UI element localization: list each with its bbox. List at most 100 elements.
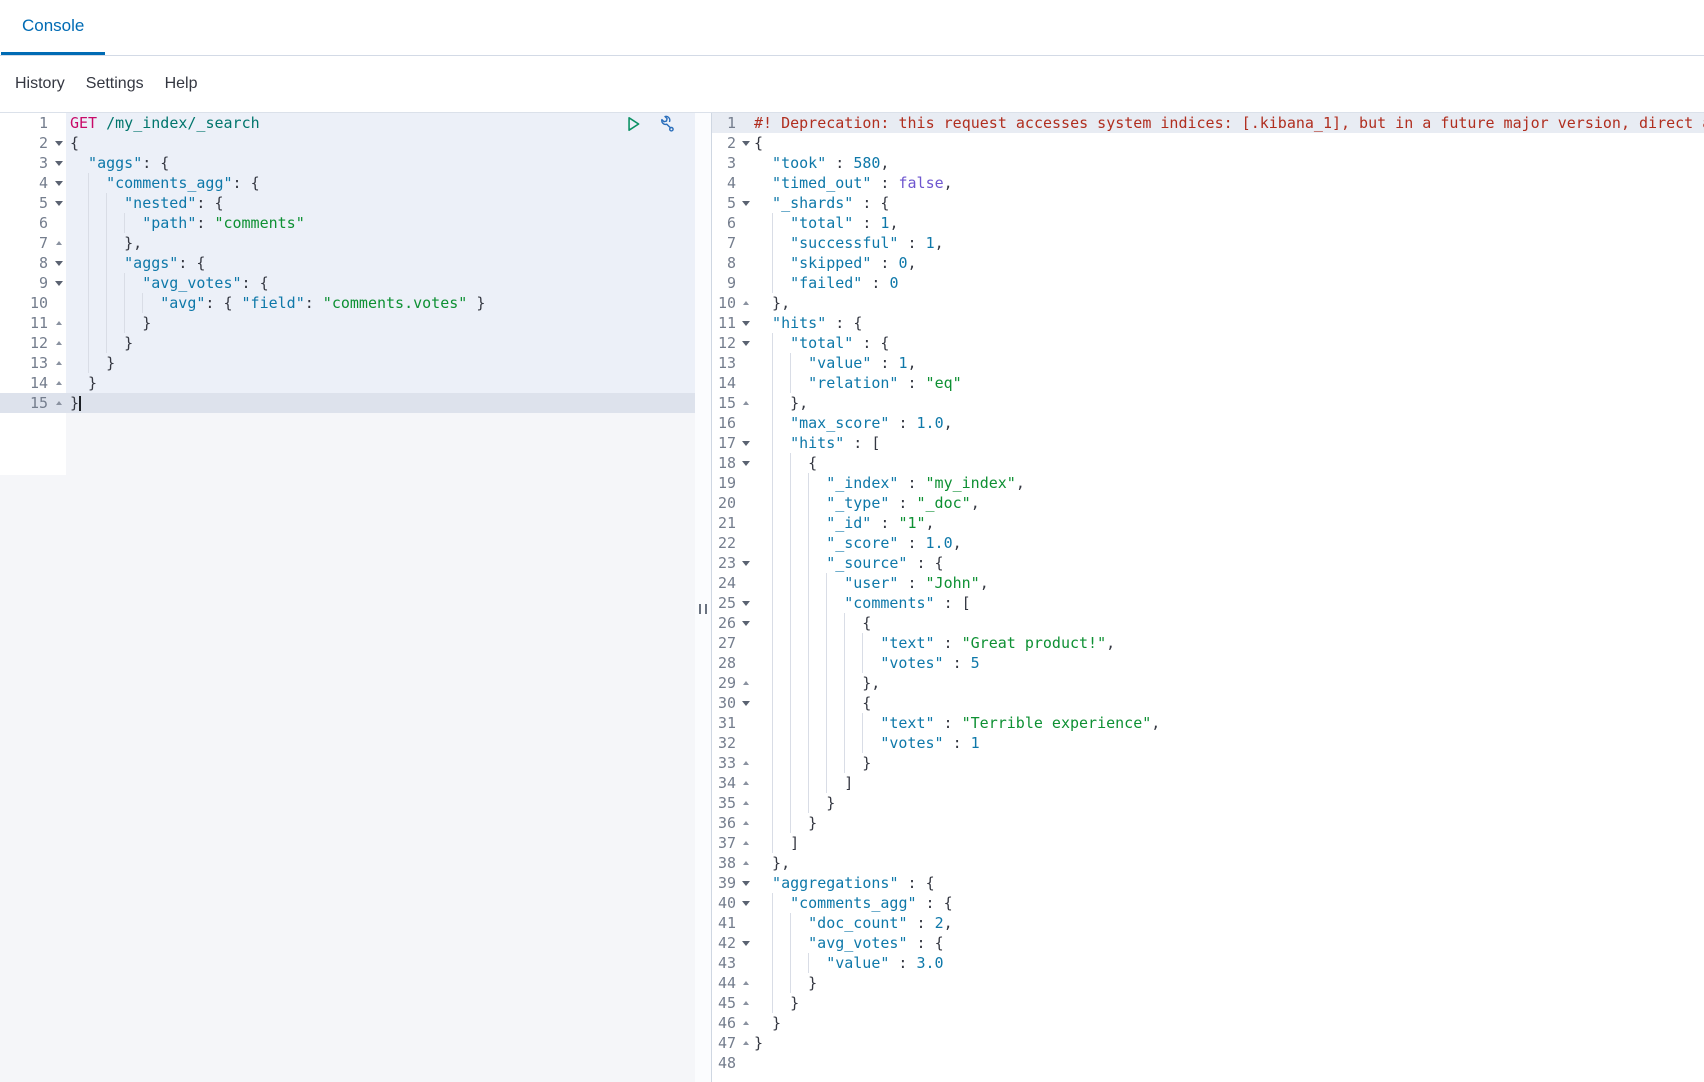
code-content[interactable]: } xyxy=(66,393,695,413)
menu-settings[interactable]: Settings xyxy=(86,75,144,93)
code-line[interactable]: 9 "avg_votes": { xyxy=(0,273,695,293)
token-key: "path" xyxy=(142,214,197,232)
request-code[interactable]: 1 GET /my_index/_search 2{3 "aggs": {4 "comm… xyxy=(0,113,695,475)
code-content[interactable]: "nested": { xyxy=(66,193,695,213)
fold-open-icon[interactable] xyxy=(52,181,66,186)
token-punct: , xyxy=(880,154,890,172)
code-content[interactable]: } xyxy=(66,353,695,373)
fold-close-icon[interactable] xyxy=(740,761,752,765)
fold-open-icon[interactable] xyxy=(52,201,66,206)
fold-close-icon[interactable] xyxy=(52,321,66,325)
line-number: 5 xyxy=(38,194,48,212)
fold-close-icon[interactable] xyxy=(52,401,66,405)
fold-close-icon[interactable] xyxy=(740,801,752,805)
panel-splitter[interactable] xyxy=(695,113,712,1082)
code-content[interactable]: "avg_votes": { xyxy=(66,273,695,293)
menu-history[interactable]: History xyxy=(15,75,65,93)
indent-guide xyxy=(790,533,808,553)
token-punct: : xyxy=(934,634,962,652)
fold-close-icon[interactable] xyxy=(52,341,66,345)
code-line[interactable]: 6 "path": "comments" xyxy=(0,213,695,233)
code-line[interactable]: 10 "avg": { "field": "comments.votes" } xyxy=(0,293,695,313)
line-gutter: 15 xyxy=(0,393,66,413)
line-number: 24 xyxy=(717,574,736,592)
tab-console[interactable]: Console xyxy=(1,0,106,55)
code-line[interactable]: 12} xyxy=(0,333,695,353)
fold-close-icon[interactable] xyxy=(740,821,752,825)
fold-close-icon[interactable] xyxy=(740,1041,752,1045)
fold-open-icon[interactable] xyxy=(740,561,752,566)
fold-open-icon[interactable] xyxy=(740,881,752,886)
token-punct: }, xyxy=(124,234,143,252)
fold-close-icon[interactable] xyxy=(740,841,752,845)
fold-open-icon[interactable] xyxy=(740,461,752,466)
code-line[interactable]: 1 GET /my_index/_search xyxy=(0,113,695,133)
fold-close-icon[interactable] xyxy=(740,401,752,405)
fold-open-icon[interactable] xyxy=(52,161,66,166)
code-content: "comments" : [ xyxy=(752,593,1704,613)
code-line[interactable]: 3 "aggs": { xyxy=(0,153,695,173)
fold-open-icon[interactable] xyxy=(740,601,752,606)
code-content[interactable]: GET /my_index/_search xyxy=(66,113,695,133)
fold-close-icon[interactable] xyxy=(740,1021,752,1025)
fold-close-icon[interactable] xyxy=(52,381,66,385)
fold-open-icon[interactable] xyxy=(52,141,66,146)
fold-open-icon[interactable] xyxy=(52,281,66,286)
code-line[interactable]: 5 "nested": { xyxy=(0,193,695,213)
code-content[interactable]: "comments_agg": { xyxy=(66,173,695,193)
fold-open-icon[interactable] xyxy=(740,901,752,906)
token-punct: , xyxy=(943,914,953,932)
fold-open-icon[interactable] xyxy=(740,621,752,626)
send-request-icon[interactable] xyxy=(624,115,642,133)
fold-close-icon[interactable] xyxy=(740,681,752,685)
indent-guide xyxy=(754,473,772,493)
fold-open-icon[interactable] xyxy=(740,441,752,446)
fold-close-icon[interactable] xyxy=(740,1001,752,1005)
code-line[interactable]: 11} xyxy=(0,313,695,333)
code-content: "_index" : "my_index", xyxy=(752,473,1704,493)
token-punct: : xyxy=(853,214,881,232)
splitter-grip-icon[interactable] xyxy=(699,604,707,614)
fold-close-icon[interactable] xyxy=(740,301,752,305)
code-content: "total" : { xyxy=(752,333,1704,353)
code-content[interactable]: } xyxy=(66,373,695,393)
line-number: 15 xyxy=(717,394,736,412)
fold-close-icon[interactable] xyxy=(740,861,752,865)
fold-close-icon[interactable] xyxy=(740,981,752,985)
code-content[interactable]: }, xyxy=(66,233,695,253)
fold-open-icon[interactable] xyxy=(740,141,752,146)
line-gutter: 13 xyxy=(712,353,752,373)
code-content[interactable]: "path": "comments" xyxy=(66,213,695,233)
code-line[interactable]: 8 "aggs": { xyxy=(0,253,695,273)
code-content[interactable]: "aggs": { xyxy=(66,153,695,173)
fold-open-icon[interactable] xyxy=(740,201,752,206)
fold-close-icon[interactable] xyxy=(52,241,66,245)
code-line[interactable]: 13} xyxy=(0,353,695,373)
code-content[interactable]: } xyxy=(66,333,695,353)
code-line[interactable]: 14} xyxy=(0,373,695,393)
code-content[interactable]: "aggs": { xyxy=(66,253,695,273)
fold-open-icon[interactable] xyxy=(52,261,66,266)
code-content[interactable]: { xyxy=(66,133,695,153)
fold-open-icon[interactable] xyxy=(740,941,752,946)
code-line[interactable]: 2{ xyxy=(0,133,695,153)
code-line[interactable]: 7}, xyxy=(0,233,695,253)
fold-open-icon[interactable] xyxy=(740,321,752,326)
fold-close-icon[interactable] xyxy=(52,361,66,365)
request-editor[interactable]: 1 GET /my_index/_search 2{3 "aggs": {4 "comm… xyxy=(0,113,695,1082)
line-number: 41 xyxy=(717,914,736,932)
code-content[interactable]: "avg": { "field": "comments.votes" } xyxy=(66,293,695,313)
fold-open-icon[interactable] xyxy=(740,701,752,706)
indent-guide xyxy=(70,293,88,313)
fold-close-icon[interactable] xyxy=(740,781,752,785)
menu-help[interactable]: Help xyxy=(165,75,198,93)
code-line[interactable]: 15} xyxy=(0,393,695,413)
code-content[interactable]: } xyxy=(66,313,695,333)
token-punct: : { xyxy=(853,194,890,212)
fold-open-icon[interactable] xyxy=(740,341,752,346)
wrench-icon[interactable] xyxy=(657,115,675,133)
token-punct: } xyxy=(862,754,872,772)
indent-guide xyxy=(772,413,790,433)
code-line[interactable]: 4 "comments_agg": { xyxy=(0,173,695,193)
indent-guide xyxy=(772,813,790,833)
